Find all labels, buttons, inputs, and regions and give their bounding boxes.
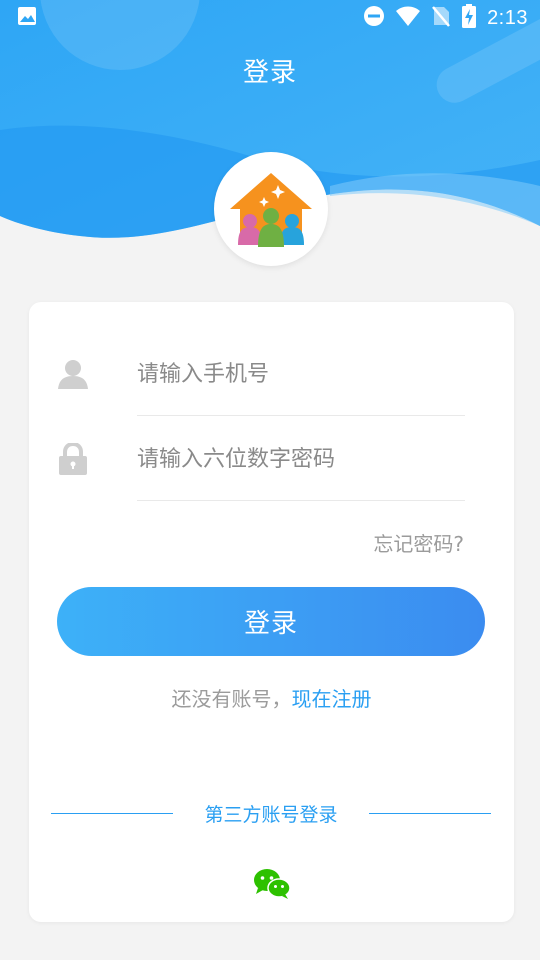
register-prompt: 还没有账号，现在注册 <box>29 683 514 712</box>
wechat-login-button[interactable] <box>253 868 291 900</box>
status-time: 2:13 <box>487 6 528 29</box>
password-input[interactable] <box>137 429 465 489</box>
password-divider <box>137 500 465 501</box>
page-title: 登录 <box>242 58 297 88</box>
lock-icon <box>57 443 89 475</box>
register-link[interactable]: 现在注册 <box>292 687 372 711</box>
third-party-login-label: 第三方账号登录 <box>204 804 338 826</box>
forgot-password-link[interactable]: 忘记密码? <box>373 528 464 557</box>
house-family-logo-icon <box>230 173 312 247</box>
divider-line-left <box>51 813 173 814</box>
divider-line-right <box>368 813 491 814</box>
register-prompt-text: 还没有账号， <box>171 687 292 711</box>
phone-field <box>57 344 465 416</box>
image-icon <box>16 5 38 31</box>
no-sim-icon <box>431 4 451 32</box>
third-party-login-divider: 第三方账号登录 <box>51 800 491 827</box>
battery-charging-icon <box>461 3 477 33</box>
password-field <box>57 429 465 501</box>
phone-input[interactable] <box>137 344 465 404</box>
phone-divider <box>137 415 465 416</box>
login-card: 忘记密码? 登录 还没有账号，现在注册 第三方账号登录 <box>29 302 514 922</box>
status-bar: 2:13 <box>0 0 540 36</box>
wechat-icon <box>254 869 291 899</box>
wifi-icon <box>395 5 421 31</box>
app-logo <box>214 152 328 266</box>
user-icon <box>57 358 89 390</box>
dnd-icon <box>363 5 385 31</box>
login-button[interactable]: 登录 <box>57 587 485 656</box>
